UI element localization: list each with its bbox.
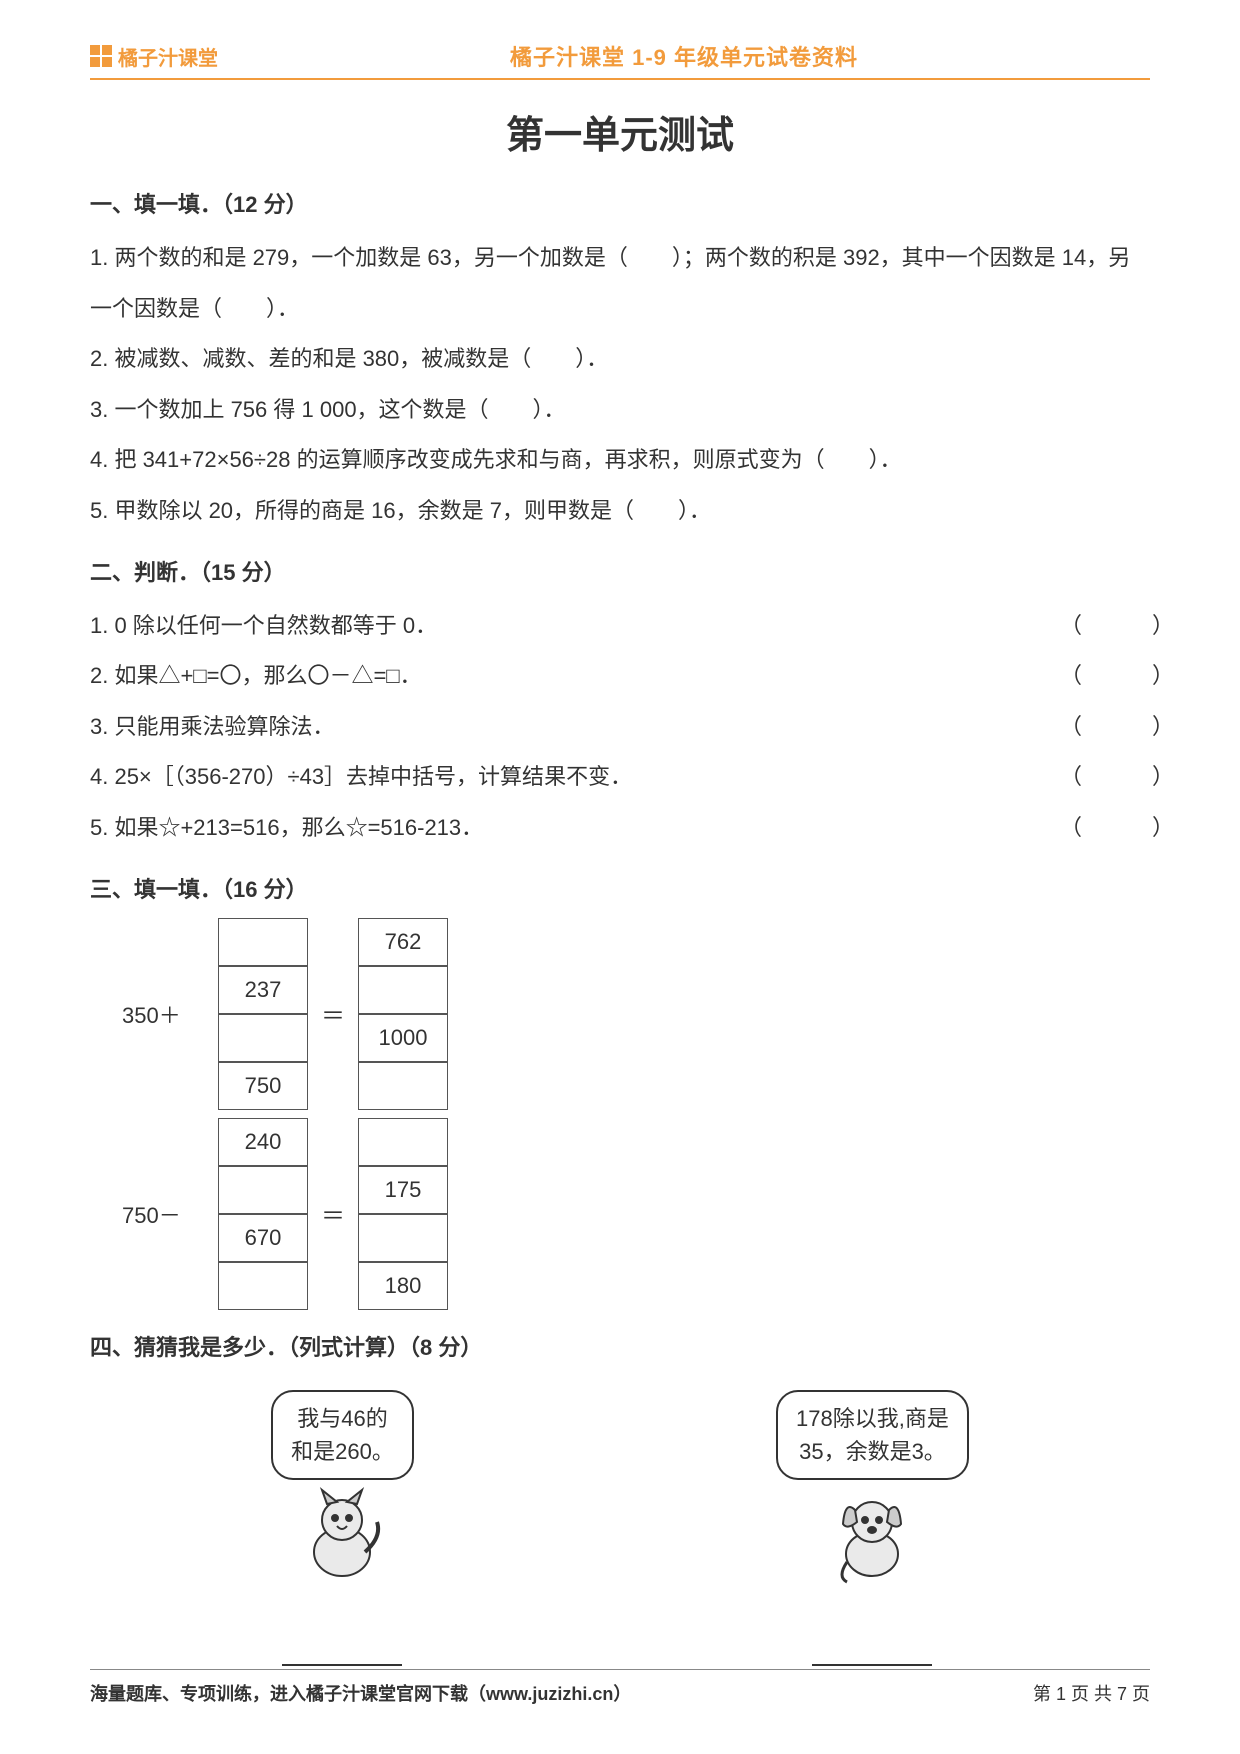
bubble-cat-l1: 我与46的: [291, 1402, 394, 1435]
q1-1: 1. 两个数的和是 279，一个加数是 63，另一个加数是（ ）；两个数的积是 …: [90, 233, 1150, 334]
cell-l-0: [218, 918, 308, 966]
judge-5: 5. 如果☆+213=516，那么☆=516-213． （ ）: [90, 803, 1150, 854]
cell2-l-1: [218, 1166, 308, 1214]
judge-2-text: 2. 如果△+□=〇，那么〇－△=□．: [90, 651, 1060, 702]
judge-1-text: 1. 0 除以任何一个自然数都等于 0．: [90, 601, 1060, 652]
cell2-l-2: 670: [218, 1214, 308, 1262]
judge-4-text: 4. 25×［（356-270）÷43］去掉中括号，计算结果不变．: [90, 752, 1060, 803]
fill-diagram: 350＋ 237 750 ＝ 762 1000 750－ 240 670: [118, 918, 1150, 1310]
cell-r-2: 1000: [358, 1014, 448, 1062]
cell-l-2: [218, 1014, 308, 1062]
cell-l-1: 237: [218, 966, 308, 1014]
cell2-r-2: [358, 1214, 448, 1262]
cat-icon: [287, 1482, 397, 1592]
section-4-heading: 四、猜猜我是多少．（列式计算）（8 分）: [90, 1330, 1150, 1362]
eq-2: ＝: [308, 1196, 358, 1231]
judge-1: 1. 0 除以任何一个自然数都等于 0． （ ）: [90, 601, 1150, 652]
cell-l-3: 750: [218, 1062, 308, 1110]
bubble-dog: 178除以我,商是 35，余数是3。: [776, 1390, 969, 1480]
logo-text: 橘子汁课堂: [118, 42, 218, 71]
section-4-body: 我与46的 和是260。 178除以我,商是 35: [90, 1390, 1150, 1666]
cell2-r-3: 180: [358, 1262, 448, 1310]
page-title: 第一单元测试: [90, 104, 1150, 159]
diagram-group-2: 750－ 240 670 ＝ 175 180: [118, 1118, 1150, 1310]
answer-line-2: [812, 1662, 932, 1666]
character-dog: 178除以我,商是 35，余数是3。: [776, 1390, 969, 1666]
bubble-cat: 我与46的 和是260。: [271, 1390, 414, 1480]
section-1-heading: 一、填一填．（12 分）: [90, 187, 1150, 219]
q1-4: 4. 把 341+72×56÷28 的运算顺序改变成先求和与商，再求积，则原式变…: [90, 435, 1150, 486]
bubble-cat-l2: 和是260。: [291, 1435, 394, 1468]
cell2-l-3: [218, 1262, 308, 1310]
diagram-group-1: 350＋ 237 750 ＝ 762 1000: [118, 918, 1150, 1110]
judge-1-paren: （ ）: [1060, 601, 1150, 652]
character-cat: 我与46的 和是260。: [271, 1390, 414, 1666]
section-3-heading: 三、填一填．（16 分）: [90, 872, 1150, 904]
q1-3: 3. 一个数加上 756 得 1 000，这个数是（ ）．: [90, 385, 1150, 436]
label-350: 350＋: [118, 998, 218, 1030]
judge-4: 4. 25×［（356-270）÷43］去掉中括号，计算结果不变． （ ）: [90, 752, 1150, 803]
header-subtitle: 橘子汁课堂 1-9 年级单元试卷资料: [218, 40, 1150, 72]
logo-icon: [90, 45, 112, 67]
label-750: 750－: [118, 1198, 218, 1230]
bubble-dog-l2: 35，余数是3。: [796, 1435, 949, 1468]
footer-left: 海量题库、专项训练，进入橘子汁课堂官网下载（www.juzizhi.cn）: [90, 1680, 1033, 1706]
answer-line-1: [282, 1662, 402, 1666]
cell2-l-0: 240: [218, 1118, 308, 1166]
judge-2-paren: （ ）: [1060, 651, 1150, 702]
dog-icon: [817, 1482, 927, 1592]
judge-5-paren: （ ）: [1060, 803, 1150, 854]
q1-2: 2. 被减数、减数、差的和是 380，被减数是（ ）．: [90, 334, 1150, 385]
cell2-r-1: 175: [358, 1166, 448, 1214]
logo: 橘子汁课堂: [90, 42, 218, 71]
judge-4-paren: （ ）: [1060, 752, 1150, 803]
cell-r-1: [358, 966, 448, 1014]
judge-5-text: 5. 如果☆+213=516，那么☆=516-213．: [90, 803, 1060, 854]
cell-r-3: [358, 1062, 448, 1110]
page-header: 橘子汁课堂 橘子汁课堂 1-9 年级单元试卷资料: [90, 40, 1150, 80]
cell2-r-0: [358, 1118, 448, 1166]
cell-r-0: 762: [358, 918, 448, 966]
eq-1: ＝: [308, 996, 358, 1031]
section-2-heading: 二、判断．（15 分）: [90, 555, 1150, 587]
judge-2: 2. 如果△+□=〇，那么〇－△=□． （ ）: [90, 651, 1150, 702]
judge-3: 3. 只能用乘法验算除法． （ ）: [90, 702, 1150, 753]
footer-right: 第 1 页 共 7 页: [1033, 1680, 1150, 1706]
judge-3-paren: （ ）: [1060, 702, 1150, 753]
q1-5: 5. 甲数除以 20，所得的商是 16，余数是 7，则甲数是（ ）．: [90, 486, 1150, 537]
bubble-dog-l1: 178除以我,商是: [796, 1402, 949, 1435]
page-footer: 海量题库、专项训练，进入橘子汁课堂官网下载（www.juzizhi.cn） 第 …: [90, 1669, 1150, 1706]
judge-3-text: 3. 只能用乘法验算除法．: [90, 702, 1060, 753]
